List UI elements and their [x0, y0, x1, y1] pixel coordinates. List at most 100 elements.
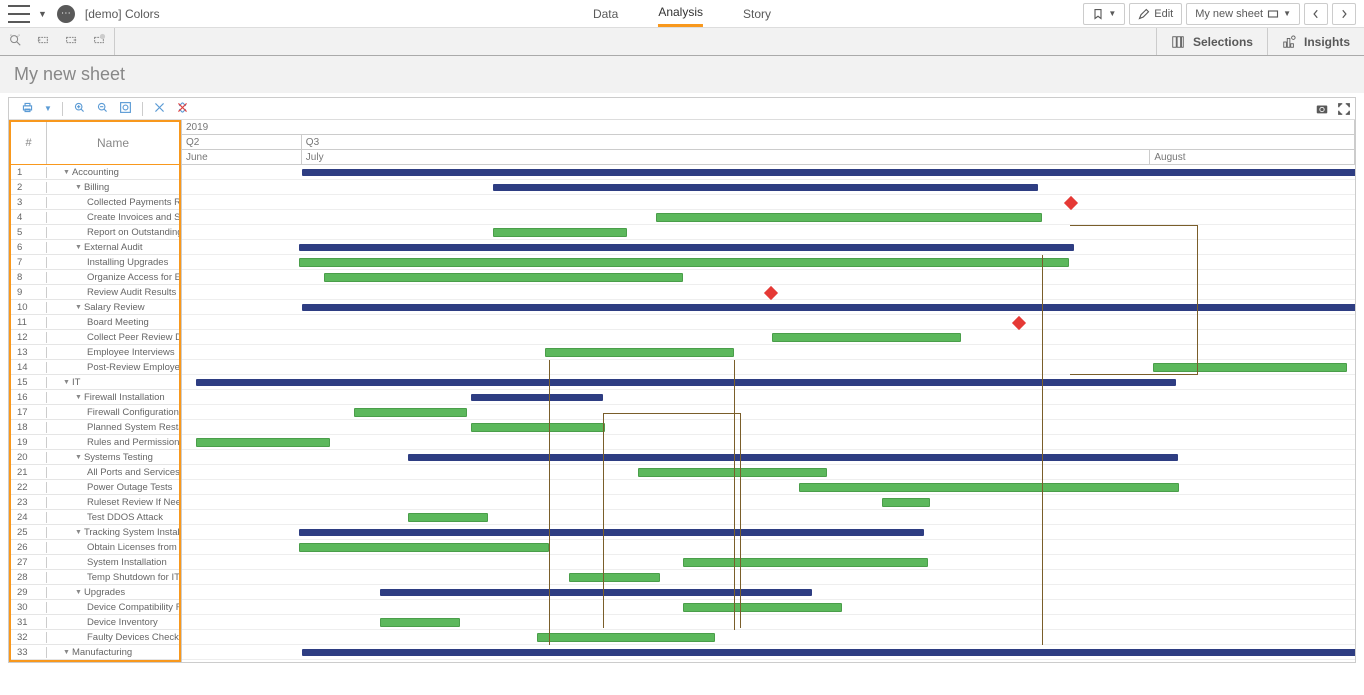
table-row[interactable]: 11Board Meeting — [11, 315, 179, 330]
gantt-task-bar[interactable] — [882, 498, 930, 507]
gantt-task-bar[interactable] — [324, 273, 683, 282]
clear-selections-icon[interactable] — [92, 33, 106, 50]
bookmarks-button[interactable]: ▼ — [1083, 3, 1125, 25]
menu-dropdown-icon[interactable]: ▼ — [38, 9, 47, 19]
table-row[interactable]: 32Faulty Devices Check — [11, 630, 179, 645]
table-row[interactable]: 23Ruleset Review If Needed — [11, 495, 179, 510]
print-dropdown-icon[interactable]: ▼ — [44, 104, 52, 113]
gantt-task-bar[interactable] — [471, 423, 605, 432]
sheet-selector-button[interactable]: My new sheet▼ — [1186, 3, 1300, 25]
gantt-summary-bar[interactable] — [302, 169, 1355, 176]
print-icon[interactable] — [21, 101, 34, 117]
collapse-all-icon[interactable] — [176, 101, 189, 117]
table-row[interactable]: 20▼Systems Testing — [11, 450, 179, 465]
gantt-task-bar[interactable] — [683, 558, 928, 567]
table-row[interactable]: 7Installing Upgrades — [11, 255, 179, 270]
menu-icon[interactable] — [8, 5, 30, 23]
zoom-in-icon[interactable] — [73, 101, 86, 117]
gantt-summary-bar[interactable] — [302, 649, 1355, 656]
table-row[interactable]: 27System Installation — [11, 555, 179, 570]
gantt-task-bar[interactable] — [537, 633, 715, 642]
expand-caret-icon[interactable]: ▼ — [75, 454, 82, 461]
gantt-task-bar[interactable] — [299, 258, 1069, 267]
table-row[interactable]: 16▼Firewall Installation — [11, 390, 179, 405]
expand-caret-icon[interactable]: ▼ — [75, 529, 82, 536]
step-back-icon[interactable] — [36, 33, 50, 50]
table-row[interactable]: 26Obtain Licenses from the Vendor — [11, 540, 179, 555]
table-row[interactable]: 1▼Accounting — [11, 165, 179, 180]
gantt-summary-bar[interactable] — [299, 244, 1074, 251]
zoom-out-icon[interactable] — [96, 101, 109, 117]
table-row[interactable]: 8Organize Access for External Auditors — [11, 270, 179, 285]
table-row[interactable]: 4Create Invoices and Send Invoices — [11, 210, 179, 225]
table-row[interactable]: 30Device Compatibility Review — [11, 600, 179, 615]
gantt-milestone-icon[interactable] — [764, 286, 778, 300]
tab-analysis[interactable]: Analysis — [658, 1, 703, 27]
table-row[interactable]: 13Employee Interviews — [11, 345, 179, 360]
table-row[interactable]: 25▼Tracking System Installation — [11, 525, 179, 540]
gantt-task-bar[interactable] — [299, 543, 549, 552]
table-row[interactable]: 19Rules and Permissions Audit — [11, 435, 179, 450]
gantt-milestone-icon[interactable] — [1064, 196, 1078, 210]
gantt-task-bar[interactable] — [1153, 363, 1347, 372]
expand-caret-icon[interactable]: ▼ — [75, 184, 82, 191]
expand-caret-icon[interactable]: ▼ — [75, 244, 82, 251]
gantt-task-bar[interactable] — [772, 333, 961, 342]
gantt-timeline[interactable]: 2019 Q2Q3 JuneJulyAugust — [182, 120, 1355, 662]
next-sheet-button[interactable] — [1332, 3, 1356, 25]
table-row[interactable]: 22Power Outage Tests — [11, 480, 179, 495]
prev-sheet-button[interactable] — [1304, 3, 1328, 25]
snapshot-icon[interactable] — [1315, 102, 1329, 119]
gantt-task-bar[interactable] — [196, 438, 330, 447]
edit-button[interactable]: Edit — [1129, 3, 1182, 25]
expand-caret-icon[interactable]: ▼ — [75, 394, 82, 401]
table-row[interactable]: 29▼Upgrades — [11, 585, 179, 600]
table-row[interactable]: 33▼Manufacturing — [11, 645, 179, 660]
gantt-task-bar[interactable] — [569, 573, 660, 582]
fullscreen-icon[interactable] — [1337, 102, 1351, 119]
table-row[interactable]: 12Collect Peer Review Data — [11, 330, 179, 345]
gantt-task-bar[interactable] — [683, 603, 842, 612]
table-row[interactable]: 24Test DDOS Attack — [11, 510, 179, 525]
table-row[interactable]: 3Collected Payments Review — [11, 195, 179, 210]
tab-data[interactable]: Data — [593, 1, 618, 27]
table-row[interactable]: 21All Ports and Services Tested — [11, 465, 179, 480]
tab-story[interactable]: Story — [743, 1, 771, 27]
expand-caret-icon[interactable]: ▼ — [75, 304, 82, 311]
gantt-summary-bar[interactable] — [380, 589, 812, 596]
table-row[interactable]: 18Planned System Restart — [11, 420, 179, 435]
gantt-summary-bar[interactable] — [196, 379, 1176, 386]
selections-tool-button[interactable]: Selections — [1156, 28, 1267, 55]
expand-all-icon[interactable] — [153, 101, 166, 117]
step-forward-icon[interactable] — [64, 33, 78, 50]
gantt-task-bar[interactable] — [799, 483, 1179, 492]
table-row[interactable]: 28Temp Shutdown for IT Audit — [11, 570, 179, 585]
table-row[interactable]: 2▼Billing — [11, 180, 179, 195]
gantt-summary-bar[interactable] — [302, 304, 1355, 311]
gantt-summary-bar[interactable] — [471, 394, 603, 401]
expand-caret-icon[interactable]: ▼ — [75, 589, 82, 596]
table-row[interactable]: 14Post-Review Employee Interviews — [11, 360, 179, 375]
gantt-task-bar[interactable] — [545, 348, 734, 357]
gantt-task-bar[interactable] — [493, 228, 627, 237]
table-row[interactable]: 6▼External Audit — [11, 240, 179, 255]
expand-caret-icon[interactable]: ▼ — [63, 169, 70, 176]
smart-search-icon[interactable] — [8, 33, 22, 50]
table-row[interactable]: 10▼Salary Review — [11, 300, 179, 315]
gantt-summary-bar[interactable] — [408, 454, 1178, 461]
gantt-task-bar[interactable] — [638, 468, 827, 477]
table-row[interactable]: 17Firewall Configuration — [11, 405, 179, 420]
gantt-task-bar[interactable] — [656, 213, 1042, 222]
expand-caret-icon[interactable]: ▼ — [63, 379, 70, 386]
gantt-task-bar[interactable] — [354, 408, 467, 417]
table-row[interactable]: 31Device Inventory — [11, 615, 179, 630]
gantt-summary-bar[interactable] — [299, 529, 924, 536]
gantt-summary-bar[interactable] — [493, 184, 1038, 191]
zoom-fit-icon[interactable] — [119, 101, 132, 117]
expand-caret-icon[interactable]: ▼ — [63, 649, 70, 656]
table-row[interactable]: 5Report on Outstanding Collections — [11, 225, 179, 240]
table-row[interactable]: 15▼IT — [11, 375, 179, 390]
insights-button[interactable]: Insights — [1267, 28, 1364, 55]
gantt-milestone-icon[interactable] — [1012, 316, 1026, 330]
table-row[interactable]: 9Review Audit Results — [11, 285, 179, 300]
